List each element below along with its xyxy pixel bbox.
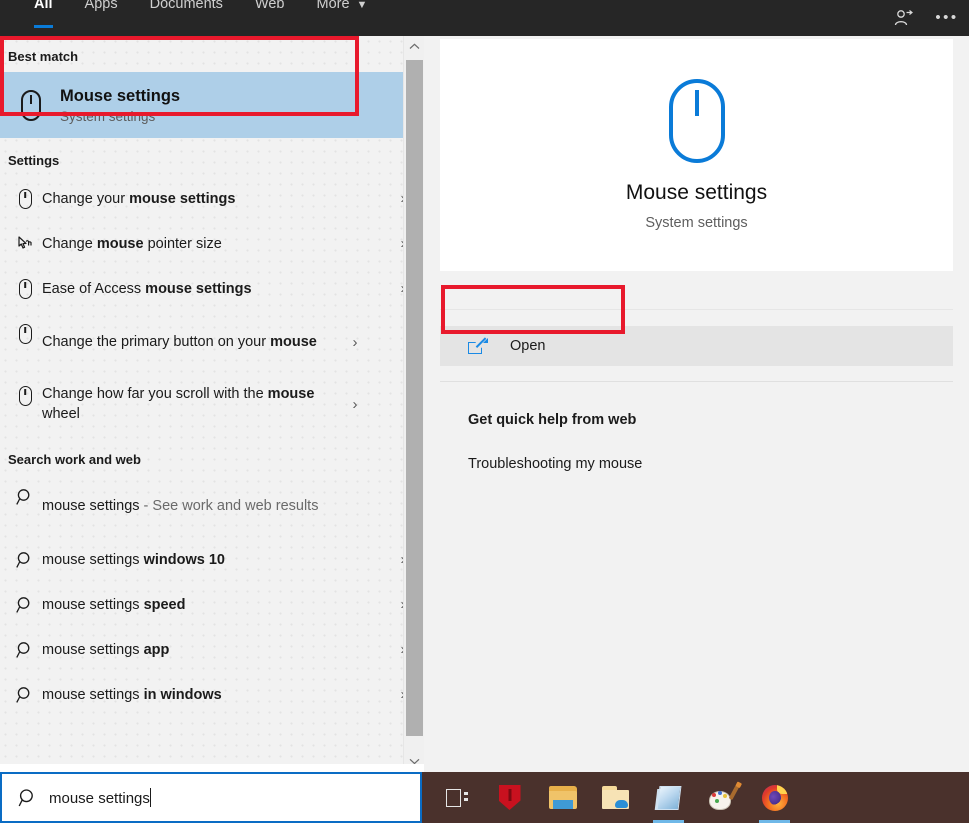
tab-documents[interactable]: Documents	[134, 0, 239, 36]
header-actions: •••	[881, 0, 969, 36]
scroll-up-arrow-icon[interactable]	[404, 36, 425, 57]
text-caret	[150, 788, 152, 807]
divider	[440, 309, 953, 310]
tab-web[interactable]: Web	[239, 0, 301, 36]
preview-pane: Mouse settings System settings Open Get …	[424, 36, 969, 772]
list-item-label: mouse settings windows 10	[42, 550, 390, 570]
list-item-settings-0[interactable]: Change your mouse settings ›	[0, 176, 424, 221]
list-item-label: Change mouse pointer size	[42, 234, 390, 254]
list-item-web-2[interactable]: mouse settings speed ›	[0, 582, 424, 627]
list-item-web-3[interactable]: mouse settings app ›	[0, 627, 424, 672]
list-item-settings-2[interactable]: Ease of Access mouse settings ›	[0, 266, 424, 311]
search-input-value: mouse settings	[49, 788, 151, 807]
preview-subtitle: System settings	[645, 215, 747, 231]
mouse-icon	[8, 189, 42, 209]
list-item-settings-1[interactable]: Change mouse pointer size ›	[0, 221, 424, 266]
best-match-result[interactable]: Mouse settings System settings	[0, 72, 403, 138]
search-icon	[8, 488, 42, 506]
chevron-right-icon: ›	[342, 334, 368, 351]
mouse-icon	[8, 279, 42, 299]
list-item-settings-4[interactable]: Change how far you scroll with the mouse…	[0, 373, 424, 435]
microsoft-store-icon[interactable]	[642, 772, 695, 823]
mouse-icon	[669, 79, 725, 163]
firefox-icon[interactable]	[748, 772, 801, 823]
open-external-icon	[468, 338, 488, 354]
list-item-label: mouse settings app	[42, 640, 390, 660]
search-header: All Apps Documents Web More ▼	[0, 0, 969, 36]
list-item-label: Change the primary button on your mouse	[42, 332, 342, 352]
best-match-title: Mouse settings	[60, 86, 180, 106]
ellipsis-icon[interactable]: •••	[925, 0, 969, 36]
chevron-right-icon: ›	[342, 396, 368, 413]
preview-card: Mouse settings System settings	[440, 39, 953, 271]
list-item-label: mouse settings in windows	[42, 685, 390, 705]
tab-all[interactable]: All	[18, 0, 69, 36]
scrollbar-thumb[interactable]	[406, 60, 423, 736]
list-item-label: mouse settings speed	[42, 595, 390, 615]
list-item-web-4[interactable]: mouse settings in windows ›	[0, 672, 424, 717]
list-item-label: mouse settings - See work and web result…	[42, 496, 342, 516]
taskbar-apps	[430, 772, 801, 823]
help-heading: Get quick help from web	[468, 412, 636, 428]
chevron-down-icon: ▼	[357, 0, 368, 13]
search-box-gap	[0, 764, 424, 772]
search-icon	[13, 788, 43, 808]
paint-icon[interactable]	[695, 772, 748, 823]
list-item-label: Change your mouse settings	[42, 189, 390, 209]
search-tabs: All Apps Documents Web More ▼	[0, 0, 383, 36]
mcafee-icon[interactable]	[483, 772, 536, 823]
list-item-settings-3[interactable]: Change the primary button on your mouse …	[0, 311, 424, 373]
active-tab-underline	[34, 25, 53, 28]
pointer-icon	[8, 235, 42, 253]
file-explorer-icon[interactable]	[536, 772, 589, 823]
list-item-web-1[interactable]: mouse settings windows 10 ›	[0, 537, 424, 582]
search-icon	[8, 686, 42, 704]
list-item-label: Change how far you scroll with the mouse…	[42, 384, 342, 424]
results-list: Best match Mouse settings System setting…	[0, 36, 424, 772]
list-item-web-0[interactable]: mouse settings - See work and web result…	[0, 475, 424, 537]
onedrive-folder-icon[interactable]	[589, 772, 642, 823]
search-icon	[8, 551, 42, 569]
section-heading-search-work-web: Search work and web	[0, 435, 424, 475]
divider	[440, 381, 953, 382]
taskbar: mouse settings	[0, 772, 969, 823]
search-flyout: All Apps Documents Web More ▼	[0, 0, 969, 823]
best-match-subtitle: System settings	[60, 109, 180, 125]
help-link-troubleshooting[interactable]: Troubleshooting my mouse	[468, 456, 642, 472]
tab-more[interactable]: More ▼	[301, 0, 384, 36]
preview-title: Mouse settings	[626, 180, 767, 206]
open-button-label: Open	[510, 338, 545, 354]
mouse-icon	[8, 386, 42, 406]
task-view-icon[interactable]	[430, 772, 483, 823]
mouse-icon	[8, 324, 42, 344]
mouse-icon	[10, 90, 52, 121]
search-icon	[8, 596, 42, 614]
tab-apps[interactable]: Apps	[69, 0, 134, 36]
person-icon[interactable]	[881, 0, 925, 36]
section-heading-settings: Settings	[0, 138, 424, 176]
section-heading-best-match: Best match	[0, 36, 424, 72]
search-input[interactable]: mouse settings	[0, 772, 422, 823]
results-scrollbar[interactable]	[403, 36, 424, 772]
list-item-label: Ease of Access mouse settings	[42, 279, 390, 299]
open-button[interactable]: Open	[440, 326, 953, 366]
search-icon	[8, 641, 42, 659]
